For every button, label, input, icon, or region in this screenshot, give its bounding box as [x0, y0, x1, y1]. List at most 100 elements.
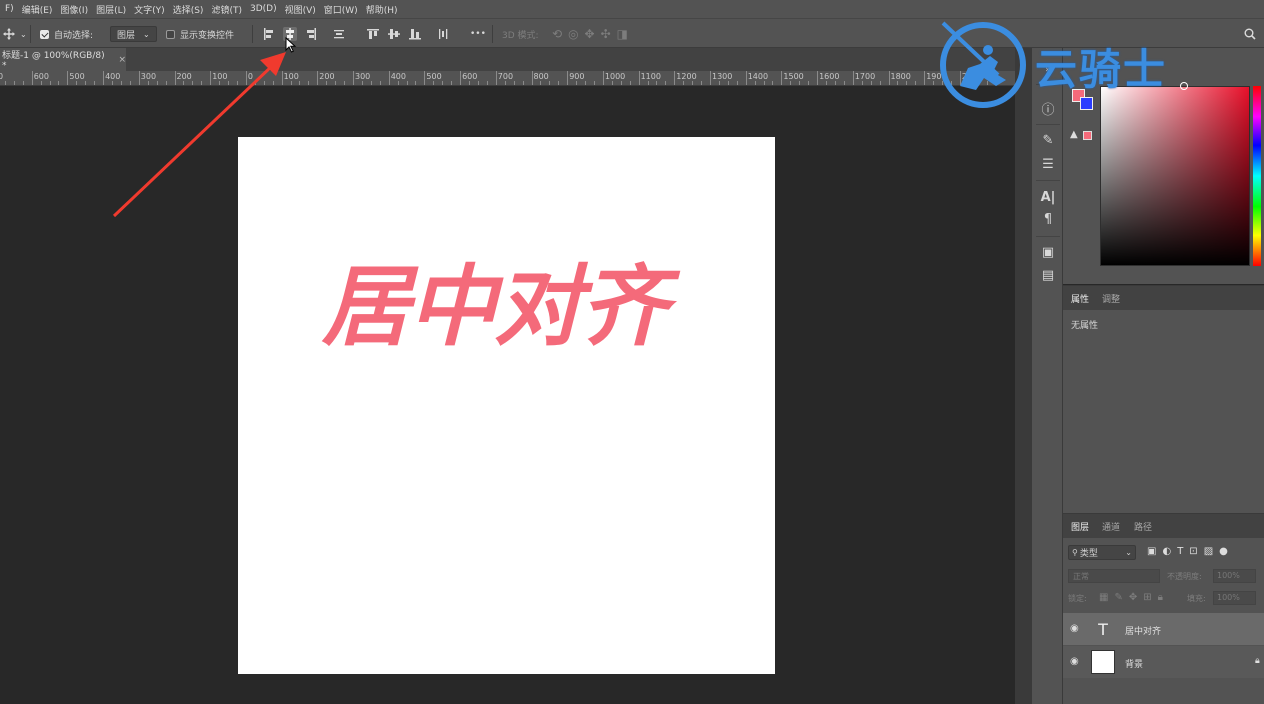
lock-move-icon[interactable]: ✥ [1129, 592, 1143, 603]
menu-type[interactable]: 文字(Y) [134, 3, 165, 16]
adjustments-icon[interactable]: ☰ [1040, 156, 1056, 172]
paragraph-icon[interactable]: ¶ [1040, 211, 1056, 227]
layer-filter-dropdown[interactable]: ⚲ 类型 ⌄ [1068, 545, 1136, 560]
notes-icon[interactable]: ▤ [1040, 267, 1056, 283]
roll-3d-icon[interactable]: ◎ [568, 27, 578, 41]
distribute-horizontal-icon[interactable] [436, 27, 450, 41]
ruler-tick [67, 71, 69, 85]
vertical-scrollbar[interactable] [1015, 48, 1031, 704]
divider [30, 25, 31, 43]
menu-help[interactable]: 帮助(H) [366, 3, 398, 16]
menu-image[interactable]: 图像(I) [60, 3, 88, 16]
layer-row[interactable]: ◉ 背景 🔒︎ [1063, 646, 1264, 678]
ruler-tick [576, 81, 578, 85]
ruler-tick [629, 81, 631, 85]
ruler-label: 500 [426, 72, 442, 81]
opacity-input[interactable]: 100% [1213, 569, 1256, 583]
canvas-text-layer[interactable]: 居中对齐 [322, 252, 702, 362]
filter-toggle-icon[interactable]: ● [1219, 546, 1234, 557]
tab-adjustments[interactable]: 调整 [1102, 292, 1120, 305]
ruler-tick [522, 81, 524, 85]
ruler-label: 1700 [854, 72, 876, 81]
background-color-swatch[interactable] [1080, 97, 1093, 110]
ruler-tick [433, 81, 435, 85]
shape-filter-icon[interactable]: ⊡ [1189, 546, 1203, 557]
align-top-icon[interactable] [366, 27, 380, 41]
ruler-label: 900 [569, 72, 585, 81]
blend-mode-dropdown[interactable]: 正常 [1068, 569, 1160, 583]
menu-edit[interactable]: 编辑(E) [22, 3, 53, 16]
menu-window[interactable]: 窗口(W) [324, 3, 358, 16]
ruler-tick [504, 81, 506, 85]
auto-select-checkbox[interactable]: 自动选择: [40, 26, 93, 42]
menu-select[interactable]: 选择(S) [173, 3, 204, 16]
smart-object-filter-icon[interactable]: ▨ [1204, 546, 1219, 557]
pan-3d-icon[interactable]: ✥ [585, 27, 595, 41]
panel-icon-strip: » ⓘ ✎ ☰ A| ¶ ▣ ▤ [1031, 48, 1063, 704]
ruler-tick [495, 71, 497, 85]
lock-paint-icon[interactable]: ✎ [1114, 592, 1128, 603]
ruler-tick [674, 71, 676, 85]
search-icon [1244, 28, 1256, 40]
lock-artboard-icon[interactable]: ⊞ [1143, 592, 1157, 603]
search-button[interactable] [1244, 26, 1256, 42]
lock-transparent-icon[interactable]: ▦ [1099, 592, 1114, 603]
ruler-tick [781, 71, 783, 85]
tab-layers[interactable]: 图层 [1071, 520, 1089, 533]
menu-file[interactable]: F) [5, 4, 14, 14]
move-tool-preset[interactable]: ⌄ [2, 26, 27, 42]
tab-channels[interactable]: 通道 [1102, 520, 1120, 533]
ruler-label: 1500 [783, 72, 804, 81]
color-picker-field[interactable] [1100, 86, 1250, 266]
brush-icon[interactable]: ✎ [1040, 132, 1056, 148]
ruler-label: 1300 [712, 72, 733, 81]
align-vertical-center-icon[interactable] [387, 27, 401, 41]
3d-mode-label: 3D 模式: [502, 30, 539, 41]
ruler-tick [540, 81, 542, 85]
align-left-icon[interactable] [262, 27, 276, 41]
more-options-button[interactable]: ••• [470, 26, 486, 42]
menu-layer[interactable]: 图层(L) [96, 3, 126, 16]
auto-select-label: 自动选择: [54, 30, 94, 41]
color-picker-handle[interactable] [1180, 82, 1188, 90]
ruler-tick [799, 81, 801, 85]
ruler-tick [415, 81, 417, 85]
ruler-tick [906, 81, 908, 85]
layer-row[interactable]: ◉ T 居中对齐 [1063, 613, 1264, 645]
slide-3d-icon[interactable]: ✣ [601, 27, 611, 41]
hue-slider[interactable] [1253, 86, 1261, 266]
type-filter-icon[interactable]: T [1177, 546, 1189, 557]
lock-label: 锁定: [1068, 594, 1087, 603]
libraries-icon[interactable]: ▣ [1040, 244, 1056, 260]
scale-3d-icon[interactable]: ◨ [617, 27, 628, 41]
ruler-tick [76, 81, 78, 85]
ruler-tick [710, 71, 711, 85]
document-canvas[interactable] [238, 137, 775, 674]
3d-mode-icons: ⟲ ◎ ✥ ✣ ◨ [552, 26, 628, 42]
gamut-swatch[interactable] [1083, 131, 1092, 140]
move-tool-icon [3, 28, 15, 40]
eye-icon[interactable]: ◉ [1070, 624, 1082, 634]
ruler-tick [701, 81, 703, 85]
image-filter-icon[interactable]: ▣ [1147, 546, 1162, 557]
mouse-cursor-icon [285, 37, 297, 53]
ruler-tick [915, 81, 917, 85]
tab-paths[interactable]: 路径 [1134, 520, 1152, 533]
tab-properties[interactable]: 属性 [1071, 292, 1089, 305]
info-icon[interactable]: ⓘ [1040, 100, 1056, 118]
menu-filter[interactable]: 滤镜(T) [211, 3, 242, 16]
distribute-vertical-icon[interactable] [332, 27, 346, 41]
lock-all-icon[interactable]: 🔒︎ [1158, 592, 1169, 603]
orbit-3d-icon[interactable]: ⟲ [552, 27, 562, 41]
ruler-tick [317, 71, 319, 85]
character-icon[interactable]: A| [1040, 189, 1056, 205]
ruler-tick [861, 81, 863, 85]
fill-input[interactable]: 100% [1213, 591, 1256, 605]
align-right-icon[interactable] [304, 27, 318, 41]
eye-icon[interactable]: ◉ [1070, 657, 1082, 667]
align-bottom-icon[interactable] [408, 27, 422, 41]
adjustment-filter-icon[interactable]: ◐ [1162, 546, 1177, 557]
divider [1036, 124, 1060, 125]
menu-3d[interactable]: 3D(D) [250, 4, 277, 14]
menu-view[interactable]: 视图(V) [285, 3, 316, 16]
